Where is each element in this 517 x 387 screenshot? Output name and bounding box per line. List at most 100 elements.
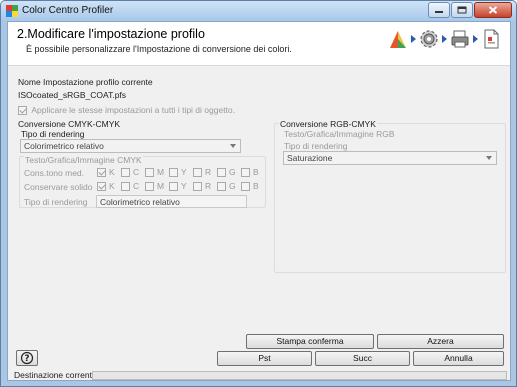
step-title: 2.Modificare l'impostazione profilo	[17, 27, 205, 41]
channel-label: G	[229, 181, 236, 191]
channel-label: R	[205, 167, 212, 177]
channel-label: R	[205, 181, 212, 191]
midtone-label: Cons.tono med.	[24, 168, 85, 178]
channel-label: G	[229, 167, 236, 177]
channel-option-r: R	[193, 167, 217, 178]
channel-checkbox-c[interactable]	[121, 168, 130, 178]
channel-checkbox-c[interactable]	[121, 182, 130, 192]
rgb-rendering-label: Tipo di rendering	[284, 141, 348, 151]
channel-checkbox-k[interactable]	[97, 168, 106, 178]
cmyk-rendering-value: Colorimetrico relativo	[24, 141, 104, 151]
cancel-button[interactable]: Annulla	[413, 351, 504, 366]
channel-checkbox-m[interactable]	[145, 182, 154, 192]
channel-checkbox-y[interactable]	[169, 168, 178, 178]
channel-checkbox-y[interactable]	[169, 182, 178, 192]
channel-label: B	[253, 181, 259, 191]
color-triangle-icon	[390, 31, 406, 48]
apply-all-label: Applicare le stesse impostazioni a tutti…	[31, 105, 236, 115]
channel-label: M	[157, 181, 165, 191]
status-bar: Destinazione corrente	[8, 369, 510, 381]
channel-option-b: B	[241, 167, 265, 178]
gear-icon	[420, 30, 438, 48]
solid-label: Conservare solido	[24, 182, 93, 192]
maximize-button[interactable]	[451, 2, 473, 18]
title-bar[interactable]: Color Centro Profiler	[1, 1, 516, 21]
channel-label: C	[133, 181, 140, 191]
channel-option-y: Y	[169, 181, 193, 192]
cmyk-rendering2-value: Colorimetrico relativo	[100, 197, 180, 207]
rgb-rendering-select[interactable]: Saturazione	[283, 151, 497, 165]
channel-option-k: K	[97, 167, 121, 178]
window-controls	[427, 2, 512, 18]
profile-name-value: ISOcoated_sRGB_COAT.pfs	[18, 90, 127, 100]
step-arrow-icon	[411, 35, 416, 43]
cmyk-rendering-select[interactable]: Colorimetrico relativo	[20, 139, 241, 153]
channel-option-c: C	[121, 167, 145, 178]
application-window: Color Centro Profiler 2.Modificare l'imp…	[0, 0, 517, 387]
apply-all-checkbox[interactable]	[18, 106, 27, 116]
channel-label: B	[253, 167, 259, 177]
channel-checkbox-b[interactable]	[241, 182, 250, 192]
app-icon	[6, 5, 18, 17]
print-confirm-button[interactable]: Stampa conferma	[246, 334, 374, 349]
channel-checkbox-k[interactable]	[97, 182, 106, 192]
close-icon	[488, 6, 498, 14]
channel-option-k: K	[97, 181, 121, 192]
channel-label: Y	[181, 167, 187, 177]
previous-button[interactable]: Pst	[217, 351, 312, 366]
minimize-icon	[435, 11, 443, 13]
cmyk-group-title: Conversione CMYK-CMYK	[18, 119, 121, 129]
cmyk-rendering2-field: Colorimetrico relativo	[96, 195, 247, 208]
step-arrow-icon	[442, 35, 447, 43]
channel-label: M	[157, 167, 165, 177]
chevron-down-icon	[230, 144, 236, 148]
channel-label: K	[109, 181, 115, 191]
help-icon: ?	[20, 351, 34, 365]
wizard-content: 2.Modificare l'impostazione profilo È po…	[7, 21, 511, 381]
rgb-group-title: Conversione RGB-CMYK	[279, 119, 377, 129]
midtone-channels: KCMYRGB	[97, 167, 265, 178]
rgb-rendering-value: Saturazione	[287, 153, 333, 163]
channel-checkbox-g[interactable]	[217, 168, 226, 178]
document-icon	[484, 29, 499, 49]
status-progress-bar	[92, 371, 507, 380]
channel-option-m: M	[145, 181, 169, 192]
wizard-progress	[387, 28, 502, 50]
channel-option-b: B	[241, 181, 265, 192]
step-subtitle: È possibile personalizzare l'Impostazion…	[26, 44, 292, 54]
close-button[interactable]	[474, 2, 512, 18]
window-title: Color Centro Profiler	[22, 5, 114, 16]
channel-label: K	[109, 167, 115, 177]
step-header: 2.Modificare l'impostazione profilo È po…	[8, 22, 510, 66]
channel-checkbox-r[interactable]	[193, 182, 202, 192]
channel-option-g: G	[217, 167, 241, 178]
cmyk-subgroup-title: Testo/Grafica/Immagine CMYK	[24, 155, 143, 165]
profile-name-label: Nome Impostazione profilo corrente	[18, 77, 153, 87]
channel-checkbox-b[interactable]	[241, 168, 250, 178]
chevron-down-icon	[486, 156, 492, 160]
step-arrow-icon	[473, 35, 478, 43]
channel-option-g: G	[217, 181, 241, 192]
channel-option-y: Y	[169, 167, 193, 178]
svg-text:?: ?	[24, 354, 29, 364]
reset-button[interactable]: Azzera	[377, 334, 504, 349]
solid-channels: KCMYRGB	[97, 181, 265, 192]
channel-label: Y	[181, 181, 187, 191]
channel-option-c: C	[121, 181, 145, 192]
channel-option-m: M	[145, 167, 169, 178]
channel-label: C	[133, 167, 140, 177]
cmyk-rendering-label: Tipo di rendering	[21, 129, 85, 139]
status-text: Destinazione corrente	[14, 370, 97, 380]
rgb-subgroup-title: Testo/Grafica/Immagine RGB	[284, 129, 395, 139]
help-button[interactable]: ?	[16, 350, 38, 366]
next-button[interactable]: Succ	[315, 351, 410, 366]
apply-all-option: Applicare le stesse impostazioni a tutti…	[18, 105, 236, 116]
minimize-button[interactable]	[428, 2, 450, 18]
channel-checkbox-r[interactable]	[193, 168, 202, 178]
maximize-icon	[457, 6, 467, 14]
channel-option-r: R	[193, 181, 217, 192]
cmyk-rendering2-label: Tipo di rendering	[24, 197, 88, 207]
channel-checkbox-m[interactable]	[145, 168, 154, 178]
printer-icon	[451, 30, 469, 48]
channel-checkbox-g[interactable]	[217, 182, 226, 192]
